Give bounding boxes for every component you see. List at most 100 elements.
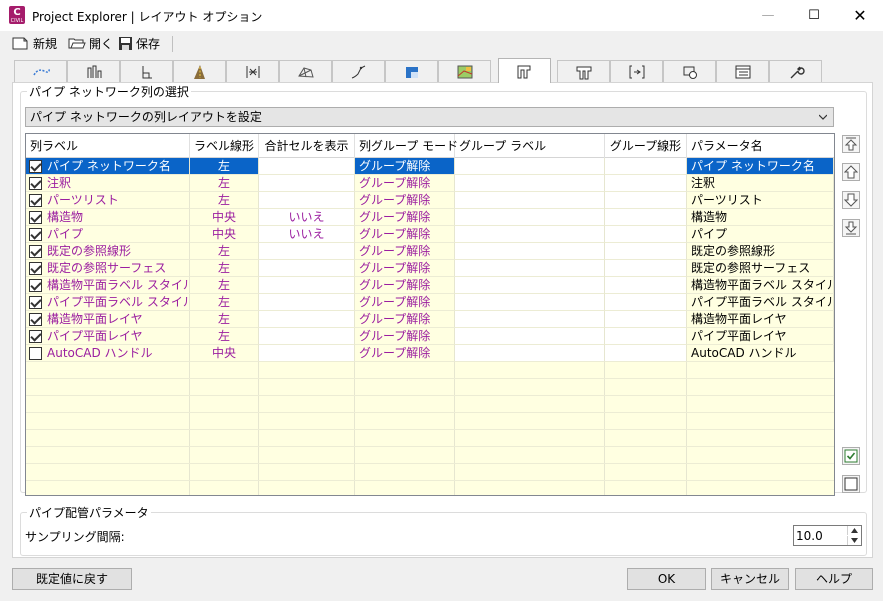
cell-total[interactable] [259,328,355,345]
row-checkbox[interactable] [29,228,42,241]
cell-group-mode[interactable]: グループ解除 [355,226,455,243]
cell-param[interactable]: AutoCAD ハンドル [687,345,834,362]
cell-label[interactable]: パイプ ネットワーク名 [26,158,190,175]
tab-catchment[interactable] [610,60,663,82]
row-checkbox[interactable] [29,160,42,173]
cell-group-mode[interactable]: グループ解除 [355,243,455,260]
cell-group-mode[interactable]: グループ解除 [355,158,455,175]
header-column-label[interactable]: 列ラベル [26,134,190,158]
new-button[interactable]: 新規 [12,34,57,52]
row-checkbox[interactable] [29,211,42,224]
cell-param[interactable]: パイプ ネットワーク名 [687,158,834,175]
cell-group-label[interactable] [455,311,605,328]
tab-assembly[interactable] [663,60,716,82]
close-button[interactable]: ✕ [837,0,883,31]
header-label-align[interactable]: ラベル線形 [190,134,259,158]
uncheck-all-button[interactable] [842,475,860,493]
row-checkbox[interactable] [29,279,42,292]
row-checkbox[interactable] [29,330,42,343]
cell-align[interactable]: 中央 [190,209,259,226]
cell-param[interactable]: パーツリスト [687,192,834,209]
move-down-button[interactable] [842,191,860,209]
table-row[interactable]: パーツリスト 左 グループ解除 パーツリスト [26,192,834,209]
tab-settings[interactable] [769,60,822,82]
cell-param[interactable]: パイプ [687,226,834,243]
row-checkbox[interactable] [29,194,42,207]
cell-align[interactable]: 左 [190,328,259,345]
cell-group-mode[interactable]: グループ解除 [355,328,455,345]
cell-group-mode[interactable]: グループ解除 [355,311,455,328]
cell-label[interactable]: パーツリスト [26,192,190,209]
cell-label[interactable]: 既定の参照線形 [26,243,190,260]
cell-label[interactable]: パイプ [26,226,190,243]
cell-group-label[interactable] [455,294,605,311]
cell-label[interactable]: 既定の参照サーフェス [26,260,190,277]
cell-total[interactable] [259,192,355,209]
cell-group-mode[interactable]: グループ解除 [355,277,455,294]
cell-align[interactable]: 左 [190,243,259,260]
cell-group-label[interactable] [455,277,605,294]
maximize-button[interactable]: ☐ [791,0,837,31]
cell-param[interactable]: 既定の参照線形 [687,243,834,260]
cell-group-mode[interactable]: グループ解除 [355,294,455,311]
cancel-button[interactable]: キャンセル [711,568,789,590]
cell-total[interactable] [259,277,355,294]
cell-total[interactable] [259,294,355,311]
save-button[interactable]: 保存 [118,34,160,52]
table-row[interactable]: 既定の参照線形 左 グループ解除 既定の参照線形 [26,243,834,260]
spin-down-button[interactable] [847,536,861,545]
cell-param[interactable]: 構造物平面ラベル スタイル [687,277,834,294]
move-up-button[interactable] [842,163,860,181]
cell-group-align[interactable] [605,226,687,243]
tab-profile[interactable] [67,60,120,82]
tab-parcel[interactable] [385,60,438,82]
column-layout-dropdown[interactable]: パイプ ネットワークの列レイアウトを設定 [25,107,834,127]
cell-total[interactable]: いいえ [259,209,355,226]
cell-align[interactable]: 中央 [190,226,259,243]
cell-group-align[interactable] [605,294,687,311]
cell-total[interactable] [259,175,355,192]
header-group-align[interactable]: グループ線形 [605,134,687,158]
cell-group-align[interactable] [605,175,687,192]
cell-label[interactable]: AutoCAD ハンドル [26,345,190,362]
cell-align[interactable]: 左 [190,277,259,294]
row-checkbox[interactable] [29,296,42,309]
cell-align[interactable]: 左 [190,158,259,175]
cell-group-label[interactable] [455,192,605,209]
table-row[interactable]: パイプ平面ラベル スタイル左グループ解除 パイプ平面ラベル スタイル [26,294,834,311]
move-top-button[interactable] [842,135,860,153]
cell-label[interactable]: 注釈 [26,175,190,192]
cell-total[interactable] [259,260,355,277]
check-all-button[interactable] [842,447,860,465]
tab-pressure-network[interactable] [557,60,610,82]
cell-group-align[interactable] [605,243,687,260]
cell-group-align[interactable] [605,345,687,362]
cell-total[interactable] [259,311,355,328]
cell-align[interactable]: 左 [190,294,259,311]
move-bottom-button[interactable] [842,219,860,237]
row-checkbox[interactable] [29,262,42,275]
cell-align[interactable]: 左 [190,260,259,277]
cell-group-align[interactable] [605,260,687,277]
cell-align[interactable]: 左 [190,175,259,192]
cell-param[interactable]: パイプ平面レイヤ [687,328,834,345]
table-row[interactable]: パイプ ネットワーク名 左 グループ解除 パイプ ネットワーク名 [26,158,834,175]
tab-pipe-network[interactable] [498,58,551,83]
table-row[interactable]: 既定の参照サーフェス 左 グループ解除 既定の参照サーフェス [26,260,834,277]
table-row[interactable]: AutoCAD ハンドル 中央 グループ解除 AutoCAD ハンドル [26,345,834,362]
cell-group-align[interactable] [605,192,687,209]
ok-button[interactable]: OK [627,568,706,590]
header-show-total[interactable]: 合計セルを表示 [259,134,355,158]
cell-group-mode[interactable]: グループ解除 [355,345,455,362]
cell-total[interactable]: いいえ [259,226,355,243]
cell-group-align[interactable] [605,311,687,328]
cell-align[interactable]: 左 [190,311,259,328]
tab-surface[interactable] [279,60,332,82]
tab-profile-view[interactable] [120,60,173,82]
cell-total[interactable] [259,345,355,362]
help-button[interactable]: ヘルプ [795,568,873,590]
cell-param[interactable]: 構造物 [687,209,834,226]
cell-label[interactable]: パイプ平面レイヤ [26,328,190,345]
cell-label[interactable]: パイプ平面ラベル スタイル [26,294,190,311]
cell-label[interactable]: 構造物平面レイヤ [26,311,190,328]
